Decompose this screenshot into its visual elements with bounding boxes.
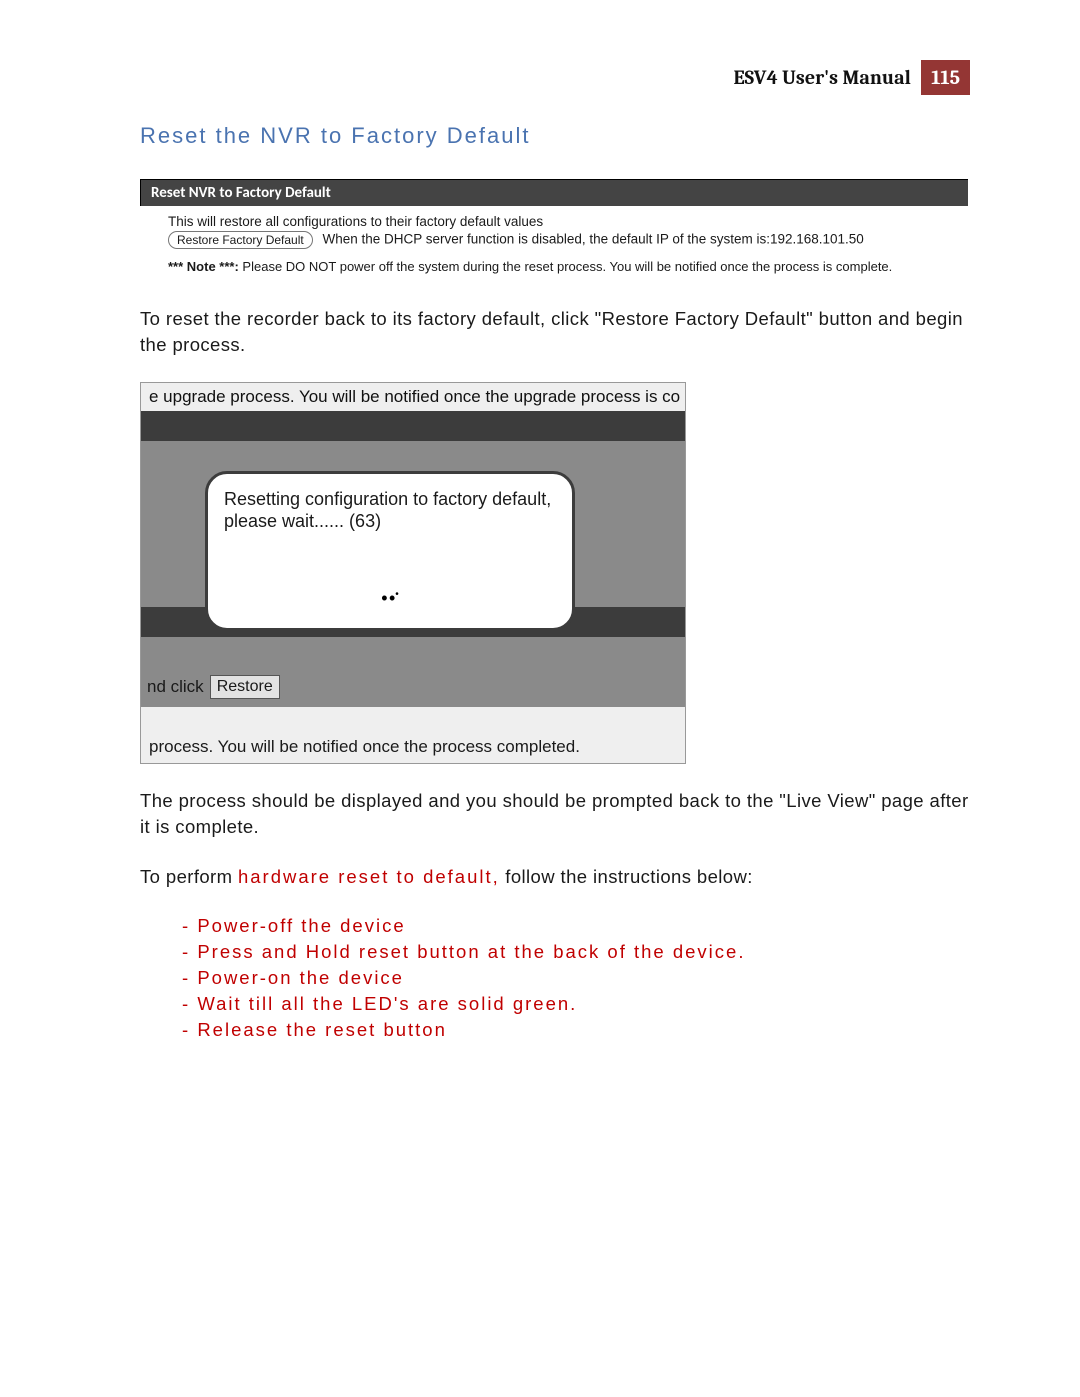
panel-body: This will restore all configurations to … [140, 206, 968, 282]
shot2-dark-bar-1 [141, 411, 685, 441]
section-heading: Reset the NVR to Factory Default [140, 123, 970, 149]
hardware-reset-steps: Power-off the device Press and Hold rese… [140, 913, 970, 1042]
panel-description: This will restore all configurations to … [168, 214, 958, 229]
hardware-reset-phrase: hardware reset to default, [238, 866, 500, 887]
restore-button[interactable]: Restore [210, 675, 280, 699]
panel-dhcp-note: When the DHCP server function is disable… [322, 232, 863, 247]
paragraph-hardware-reset-intro: To perform hardware reset to default, fo… [140, 864, 970, 890]
shot2-mid-bar-2 [141, 637, 685, 667]
shot2-click-prefix: nd click [147, 677, 204, 697]
reset-progress-dialog: Resetting configuration to factory defau… [205, 471, 575, 631]
step-1: Power-off the device [182, 913, 970, 939]
shot2-top-text: e upgrade process. You will be notified … [141, 383, 685, 411]
page-header: ESV4 User's Manual 115 [140, 60, 970, 95]
spinner-icon: • •• [381, 587, 399, 610]
step-4: Wait till all the LED's are solid green. [182, 991, 970, 1017]
paragraph-reset-instructions: To reset the recorder back to its factor… [140, 306, 970, 358]
step-3: Power-on the device [182, 965, 970, 991]
panel-warning-text: Please DO NOT power off the system durin… [242, 259, 892, 274]
para3-post: follow the instructions below: [500, 866, 753, 887]
factory-default-panel: Reset NVR to Factory Default This will r… [140, 179, 970, 282]
panel-title-bar: Reset NVR to Factory Default [140, 179, 968, 206]
reset-progress-screenshot: e upgrade process. You will be notified … [140, 382, 686, 764]
step-5: Release the reset button [182, 1017, 970, 1043]
panel-warning: *** Note ***: Please DO NOT power off th… [168, 259, 958, 274]
page-number-badge: 115 [921, 60, 970, 95]
panel-warning-label: *** Note ***: [168, 259, 242, 274]
shot2-spacer [141, 707, 685, 731]
paragraph-process-complete: The process should be displayed and you … [140, 788, 970, 840]
step-2: Press and Hold reset button at the back … [182, 939, 970, 965]
document-page: ESV4 User's Manual 115 Reset the NVR to … [0, 0, 1080, 1397]
manual-title: ESV4 User's Manual [733, 66, 910, 89]
shot2-mid-bar-1 [141, 441, 685, 471]
reset-progress-text: Resetting configuration to factory defau… [224, 489, 551, 532]
restore-factory-default-button[interactable]: Restore Factory Default [168, 231, 313, 249]
para3-pre: To perform [140, 866, 238, 887]
shot2-bottom-text: process. You will be notified once the p… [141, 731, 685, 763]
shot2-click-row: nd click Restore [141, 667, 685, 707]
